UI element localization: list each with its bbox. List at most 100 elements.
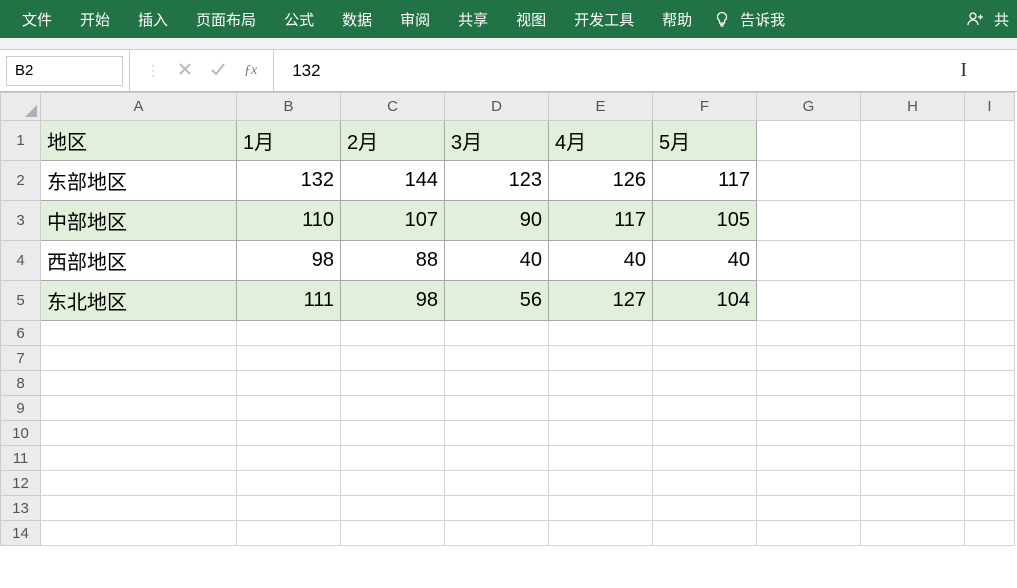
col-header-C[interactable]: C <box>341 93 445 121</box>
cell-D13[interactable] <box>445 496 549 521</box>
cell-C9[interactable] <box>341 396 445 421</box>
cell-B4[interactable]: 98 <box>237 241 341 281</box>
cell-G10[interactable] <box>757 421 861 446</box>
cell-D7[interactable] <box>445 346 549 371</box>
cell-C5[interactable]: 98 <box>341 281 445 321</box>
cell-E8[interactable] <box>549 371 653 396</box>
ribbon-tab-view[interactable]: 视图 <box>502 1 560 38</box>
cell-I9[interactable] <box>965 396 1015 421</box>
cell-H13[interactable] <box>861 496 965 521</box>
col-header-H[interactable]: H <box>861 93 965 121</box>
cell-C1[interactable]: 2月 <box>341 121 445 161</box>
cell-D5[interactable]: 56 <box>445 281 549 321</box>
cell-A5[interactable]: 东北地区 <box>41 281 237 321</box>
cell-E12[interactable] <box>549 471 653 496</box>
cell-G5[interactable] <box>757 281 861 321</box>
cell-C11[interactable] <box>341 446 445 471</box>
cell-H10[interactable] <box>861 421 965 446</box>
cell-B2[interactable]: 132 <box>237 161 341 201</box>
ribbon-tab-pagelayout[interactable]: 页面布局 <box>182 1 270 38</box>
row-header-4[interactable]: 4 <box>1 241 41 281</box>
cell-C14[interactable] <box>341 521 445 546</box>
cell-A1[interactable]: 地区 <box>41 121 237 161</box>
cell-B3[interactable]: 110 <box>237 201 341 241</box>
cell-B6[interactable] <box>237 321 341 346</box>
cell-D9[interactable] <box>445 396 549 421</box>
row-header-10[interactable]: 10 <box>1 421 41 446</box>
cell-F12[interactable] <box>653 471 757 496</box>
formula-input[interactable] <box>274 50 960 91</box>
cell-I3[interactable] <box>965 201 1015 241</box>
cell-F11[interactable] <box>653 446 757 471</box>
cell-B7[interactable] <box>237 346 341 371</box>
cell-E5[interactable]: 127 <box>549 281 653 321</box>
cell-A2[interactable]: 东部地区 <box>41 161 237 201</box>
cell-I8[interactable] <box>965 371 1015 396</box>
cell-I13[interactable] <box>965 496 1015 521</box>
cell-G3[interactable] <box>757 201 861 241</box>
cell-G2[interactable] <box>757 161 861 201</box>
cell-D6[interactable] <box>445 321 549 346</box>
enter-icon[interactable] <box>210 62 226 79</box>
cell-H9[interactable] <box>861 396 965 421</box>
cell-H4[interactable] <box>861 241 965 281</box>
cell-C13[interactable] <box>341 496 445 521</box>
cell-F4[interactable]: 40 <box>653 241 757 281</box>
cell-F6[interactable] <box>653 321 757 346</box>
cell-D3[interactable]: 90 <box>445 201 549 241</box>
cell-D14[interactable] <box>445 521 549 546</box>
cell-G9[interactable] <box>757 396 861 421</box>
cell-F10[interactable] <box>653 421 757 446</box>
row-header-13[interactable]: 13 <box>1 496 41 521</box>
col-header-E[interactable]: E <box>549 93 653 121</box>
row-header-14[interactable]: 14 <box>1 521 41 546</box>
cell-F2[interactable]: 117 <box>653 161 757 201</box>
ribbon-tab-home[interactable]: 开始 <box>66 1 124 38</box>
cell-F7[interactable] <box>653 346 757 371</box>
cell-E3[interactable]: 117 <box>549 201 653 241</box>
col-header-B[interactable]: B <box>237 93 341 121</box>
cell-C12[interactable] <box>341 471 445 496</box>
cell-B9[interactable] <box>237 396 341 421</box>
row-header-12[interactable]: 12 <box>1 471 41 496</box>
cell-B8[interactable] <box>237 371 341 396</box>
cell-E4[interactable]: 40 <box>549 241 653 281</box>
cell-H8[interactable] <box>861 371 965 396</box>
row-header-5[interactable]: 5 <box>1 281 41 321</box>
cell-E7[interactable] <box>549 346 653 371</box>
cell-A14[interactable] <box>41 521 237 546</box>
share-label[interactable]: 共 <box>992 1 1009 38</box>
cell-F1[interactable]: 5月 <box>653 121 757 161</box>
cell-C4[interactable]: 88 <box>341 241 445 281</box>
cell-E13[interactable] <box>549 496 653 521</box>
cell-A10[interactable] <box>41 421 237 446</box>
cell-C7[interactable] <box>341 346 445 371</box>
cell-H12[interactable] <box>861 471 965 496</box>
ribbon-tab-file[interactable]: 文件 <box>8 1 66 38</box>
cell-H3[interactable] <box>861 201 965 241</box>
cell-F3[interactable]: 105 <box>653 201 757 241</box>
cell-E11[interactable] <box>549 446 653 471</box>
cell-A9[interactable] <box>41 396 237 421</box>
cell-A3[interactable]: 中部地区 <box>41 201 237 241</box>
cell-I5[interactable] <box>965 281 1015 321</box>
cell-A11[interactable] <box>41 446 237 471</box>
tell-me-button[interactable]: 告诉我 <box>738 1 799 38</box>
cell-I7[interactable] <box>965 346 1015 371</box>
cell-G7[interactable] <box>757 346 861 371</box>
cell-E10[interactable] <box>549 421 653 446</box>
cell-D12[interactable] <box>445 471 549 496</box>
cell-I12[interactable] <box>965 471 1015 496</box>
cell-F13[interactable] <box>653 496 757 521</box>
cell-C10[interactable] <box>341 421 445 446</box>
col-header-G[interactable]: G <box>757 93 861 121</box>
cell-B10[interactable] <box>237 421 341 446</box>
fx-icon[interactable]: ƒx <box>244 63 257 79</box>
cell-H7[interactable] <box>861 346 965 371</box>
row-header-2[interactable]: 2 <box>1 161 41 201</box>
cell-B11[interactable] <box>237 446 341 471</box>
ribbon-tab-data[interactable]: 数据 <box>328 1 386 38</box>
cell-D11[interactable] <box>445 446 549 471</box>
share-person-icon[interactable] <box>958 10 992 28</box>
cell-F9[interactable] <box>653 396 757 421</box>
